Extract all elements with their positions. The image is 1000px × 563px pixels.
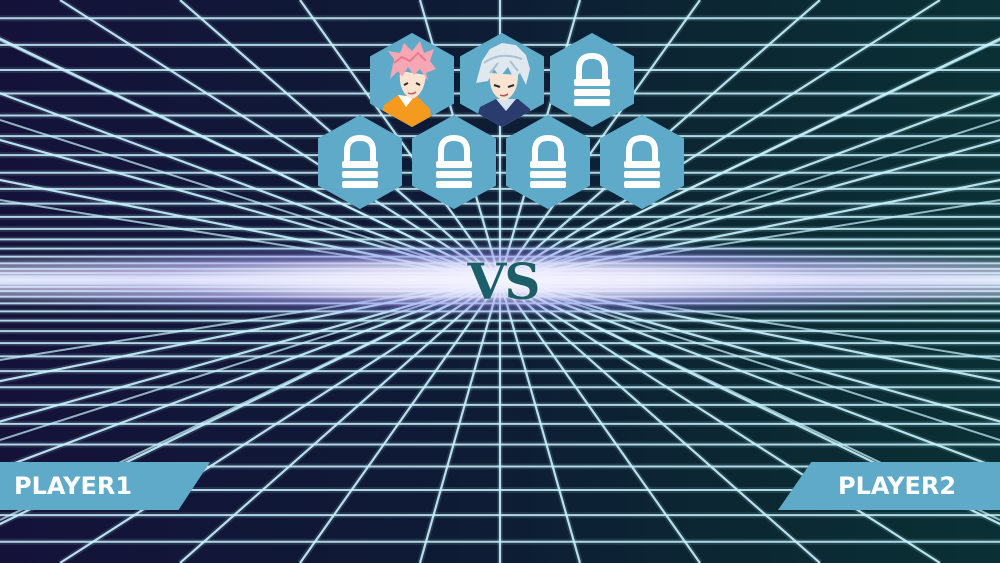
player1-label: PLAYER1 — [14, 472, 133, 500]
player1-tag[interactable]: PLAYER1 — [0, 462, 210, 510]
versus-label: VS — [467, 252, 541, 311]
player2-tag[interactable]: PLAYER2 — [778, 462, 1000, 510]
character-select-screen: VS PLAYER1 PLAYER2 — [0, 0, 1000, 563]
player2-label: PLAYER2 — [838, 472, 957, 500]
